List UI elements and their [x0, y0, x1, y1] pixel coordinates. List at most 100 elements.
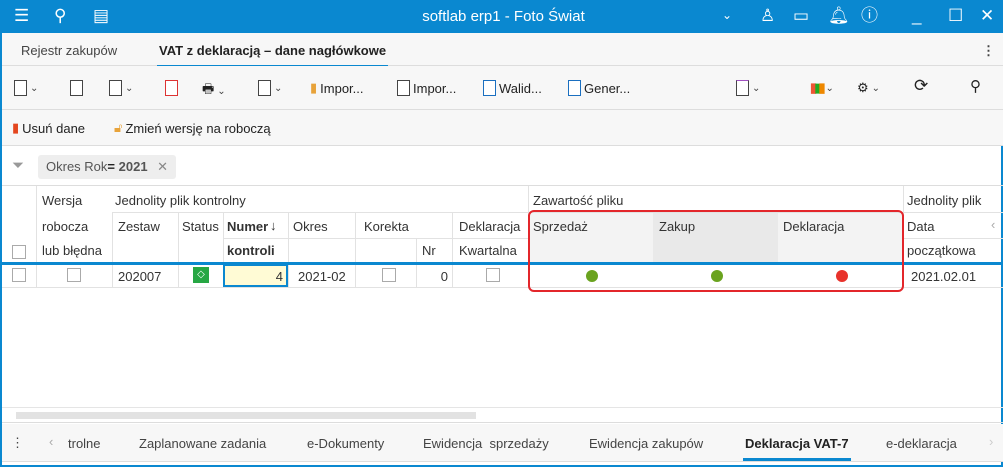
cell-zestaw: 202007: [118, 269, 162, 284]
kwartalna-checkbox[interactable]: [486, 268, 500, 282]
search-filter-icon[interactable]: ⚲: [970, 77, 981, 95]
trash-icon: ▮: [12, 120, 20, 135]
import1-button[interactable]: ▮ Impor...: [310, 80, 364, 96]
maximize-icon[interactable]: ☐: [948, 7, 963, 24]
close-icon[interactable]: ✕: [980, 7, 994, 24]
tab-e-dokumenty[interactable]: e-Dokumenty: [307, 436, 384, 451]
tab-e-deklaracja[interactable]: e-deklaracja: [886, 436, 957, 451]
print-button[interactable]: 🖶︎ ⌄: [202, 80, 226, 102]
printer-icon: 🖶︎: [202, 81, 215, 96]
validate-button[interactable]: Walid...: [483, 80, 542, 96]
filter-chip[interactable]: Okres Rok= 2021 ✕: [38, 155, 177, 179]
remove-filter-icon[interactable]: ✕: [157, 159, 168, 174]
header-wersja-2: robocza: [42, 219, 89, 234]
header-data[interactable]: Data: [907, 219, 934, 234]
more-options-icon[interactable]: ⋮: [982, 43, 995, 59]
header-numer[interactable]: Numer: [227, 219, 269, 234]
header-numer-2: kontroli: [227, 243, 275, 258]
edit-document-icon: [70, 80, 83, 96]
chevron-down-icon[interactable]: ⌄: [722, 9, 732, 21]
header-nr[interactable]: Nr: [422, 243, 436, 258]
import2-button[interactable]: Impor...: [397, 80, 456, 96]
unlock-icon: 🔓︎: [114, 120, 123, 135]
title-bar: ☰ ⚲ ▤ softlab erp1 - Foto Świat ⌄ ♙ ▭ 🔔︎…: [2, 0, 1003, 33]
row-checkbox[interactable]: [12, 268, 26, 282]
config-button[interactable]: ⚙ ⌄: [857, 80, 880, 96]
delete-button[interactable]: [165, 80, 178, 96]
tab-rejestr-zakupow[interactable]: Rejestr zakupów: [21, 43, 117, 58]
bar-chart-icon: ▮▮▮: [810, 80, 826, 95]
header-wersja[interactable]: Wersja: [42, 193, 82, 208]
header-korekta[interactable]: Korekta: [364, 219, 409, 234]
cell-okres: 2021-02: [298, 269, 346, 284]
data-grid: Wersja robocza lub błędna Jednolity plik…: [2, 186, 1003, 407]
group-jpk-2: Jednolity plik: [907, 193, 982, 208]
tabs-left-icon[interactable]: ‹: [49, 434, 53, 449]
delete-document-icon: [165, 80, 178, 96]
wersja-checkbox[interactable]: [67, 268, 81, 282]
minimize-icon[interactable]: _: [912, 7, 921, 24]
add-document-icon: [14, 80, 27, 96]
bell-icon[interactable]: 🔔︎: [828, 7, 850, 24]
window-title: softlab erp1 - Foto Świat: [422, 8, 585, 25]
column-edit-icon: [736, 80, 749, 96]
info-button[interactable]: ⌄: [109, 80, 133, 96]
scroll-left-icon[interactable]: ‹: [991, 217, 995, 232]
tab-ewidencja-sprzedazy[interactable]: Ewidencja sprzedaży: [423, 436, 549, 451]
tabs-right-icon[interactable]: ›: [989, 434, 993, 449]
change-version-label: Zmień wersję na roboczą: [125, 120, 271, 136]
more-tabs-icon[interactable]: ⋮: [11, 435, 24, 451]
generate-label: Gener...: [584, 80, 631, 96]
group-jpk: Jednolity plik kontrolny: [115, 193, 246, 208]
tab-kontrolne[interactable]: trolne: [68, 436, 101, 451]
column-edit-button[interactable]: ⌄: [736, 80, 760, 96]
generate-button[interactable]: Gener...: [568, 80, 630, 96]
delete-data-label: Usuń dane: [22, 120, 86, 136]
chart-button[interactable]: ▮▮▮ ⌄: [810, 80, 834, 96]
horizontal-scrollbar[interactable]: [2, 407, 1003, 423]
validate-label: Walid...: [499, 80, 542, 96]
header-deklaracja-kw-2: Kwartalna: [459, 243, 517, 258]
scrollbar-thumb[interactable]: [16, 412, 476, 419]
delete-data-button[interactable]: ▮ Usuń dane: [12, 120, 85, 136]
info-document-icon: [109, 80, 122, 96]
sort-desc-icon[interactable]: ↓: [270, 218, 277, 233]
status-icon: ◇: [193, 267, 209, 283]
tab-zaplanowane-zadania[interactable]: Zaplanowane zadania: [139, 436, 266, 451]
tab-ewidencja-zakupow[interactable]: Ewidencja zakupów: [589, 436, 703, 451]
bottom-tab-bar: ⋮ ‹ trolne Zaplanowane zadania e-Dokumen…: [2, 424, 1003, 462]
header-okres[interactable]: Okres: [293, 219, 328, 234]
header-status[interactable]: Status: [182, 219, 223, 234]
tab-vat-deklaracja[interactable]: VAT z deklaracją – dane nagłówkowe: [156, 43, 389, 68]
group-zawartosc: Zawartość pliku: [533, 193, 624, 208]
help-icon[interactable]: ⓘ: [861, 7, 878, 24]
korekta-checkbox[interactable]: [382, 268, 396, 282]
tab-deklaracja-vat7[interactable]: Deklaracja VAT-7: [743, 436, 851, 461]
header-zestaw[interactable]: Zestaw: [118, 219, 160, 234]
cell-numer[interactable]: 4: [223, 269, 283, 284]
add-button[interactable]: ⌄: [14, 80, 38, 96]
tab-bar: Rejestr zakupów VAT z deklaracją – dane …: [2, 33, 1003, 68]
header-deklaracja-kw[interactable]: Deklaracja: [459, 219, 520, 234]
edit-button[interactable]: [70, 80, 83, 96]
header-wersja-3: lub błędna: [42, 243, 102, 258]
import-file-icon: [397, 80, 410, 96]
refresh-icon[interactable]: ⟳: [914, 76, 928, 96]
filter-icon[interactable]: ⏷: [12, 157, 24, 174]
toolbar: ⌄ ⌄ 🖶︎ ⌄ ⌄ ▮ Impor... Impor... Walid... Ge…: [2, 66, 1003, 110]
cell-nr: 0: [440, 269, 448, 284]
validate-icon: [483, 80, 496, 96]
filter-field: Okres Rok: [46, 159, 108, 174]
import-db-icon: ▮: [310, 80, 318, 95]
import1-label: Impor...: [320, 80, 364, 96]
change-version-button[interactable]: 🔓︎ Zmień wersję na roboczą: [114, 120, 271, 136]
highlight-box: [528, 210, 904, 292]
settings-doc-button[interactable]: ⌄: [258, 80, 282, 96]
filter-bar: ⏷ Okres Rok= 2021 ✕: [2, 146, 1003, 186]
user-icon[interactable]: ♙: [760, 7, 775, 24]
filter-operator: =: [107, 159, 115, 174]
select-all-checkbox[interactable]: [12, 245, 26, 259]
secondary-toolbar: ▮ Usuń dane 🔓︎ Zmień wersję na roboczą: [2, 110, 1003, 146]
filter-value: 2021: [118, 159, 148, 174]
message-icon[interactable]: ▭: [793, 7, 809, 24]
